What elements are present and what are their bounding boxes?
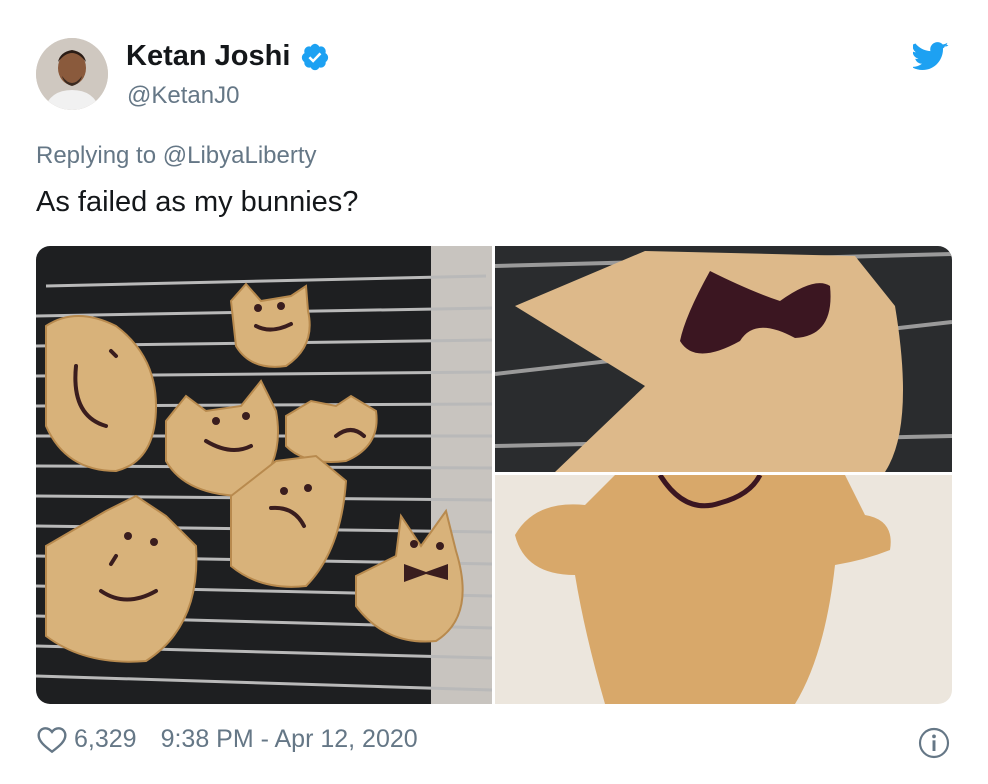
- cookies-rack-illustration: [36, 246, 492, 704]
- media-photo-cookie-parchment[interactable]: [495, 475, 952, 704]
- bowtie-cookie-illustration: [495, 246, 952, 472]
- display-name[interactable]: Ketan Joshi: [126, 40, 290, 73]
- parchment-cookie-illustration: [495, 475, 952, 704]
- media-photo-bowtie-closeup[interactable]: [495, 246, 952, 472]
- heart-icon[interactable]: [36, 724, 68, 754]
- author-handle[interactable]: @KetanJ0: [127, 82, 239, 110]
- reply-context: Replying to @LibyaLiberty: [36, 142, 317, 170]
- avatar[interactable]: [36, 38, 108, 110]
- tweet-timestamp[interactable]: 9:38 PM - Apr 12, 2020: [161, 725, 418, 754]
- author-name-row[interactable]: Ketan Joshi: [126, 40, 330, 73]
- tweet-text: As failed as my bunnies?: [36, 186, 359, 218]
- reply-mention-link[interactable]: @LibyaLiberty: [163, 142, 317, 169]
- info-icon[interactable]: [918, 727, 950, 759]
- avatar-image: [36, 38, 108, 110]
- tweet-media-grid[interactable]: [36, 246, 952, 704]
- tweet-footer: 6,329 9:38 PM - Apr 12, 2020: [36, 724, 418, 754]
- verified-badge-icon: [302, 43, 329, 70]
- like-count[interactable]: 6,329: [74, 725, 137, 754]
- media-photo-cookies-rack[interactable]: [36, 246, 492, 704]
- reply-prefix: Replying to: [36, 142, 157, 169]
- twitter-bird-icon[interactable]: [913, 42, 949, 72]
